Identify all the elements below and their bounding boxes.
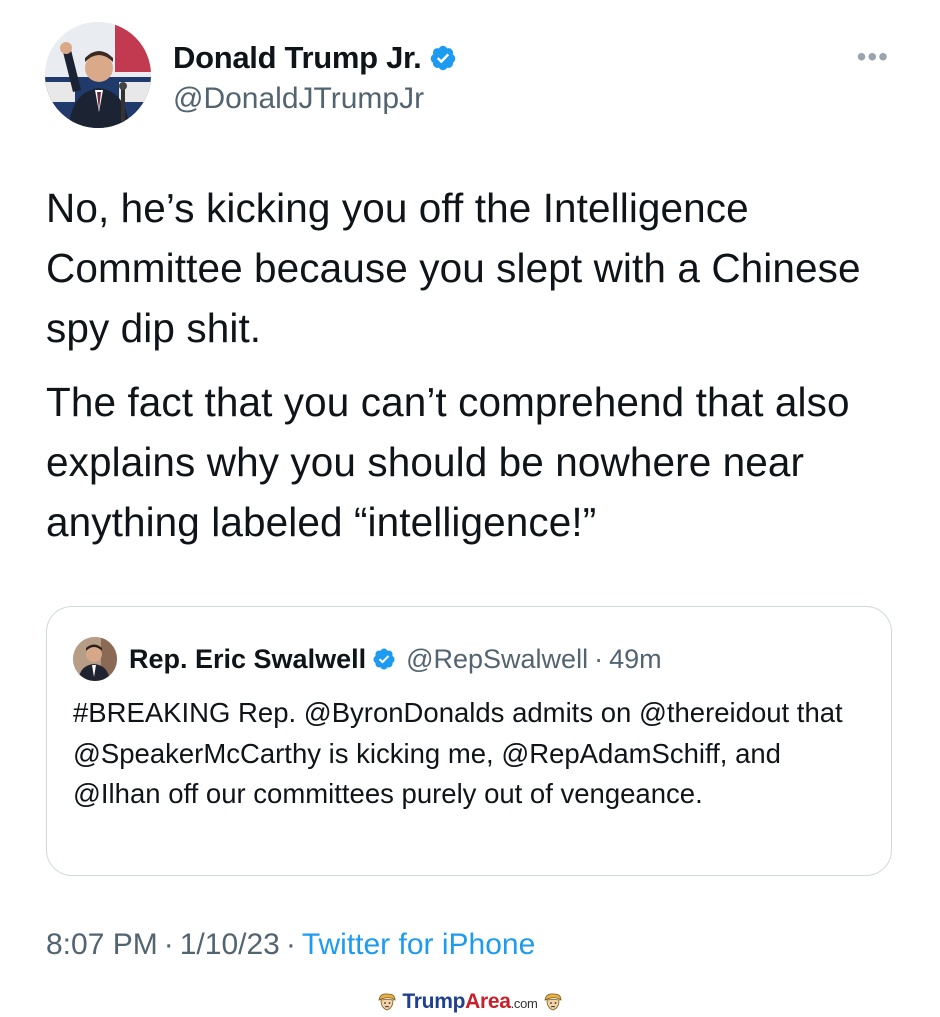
tweet-date[interactable]: 1/10/23: [180, 928, 280, 961]
watermark-brand-part2: Area: [465, 990, 511, 1013]
more-options-icon[interactable]: •••: [857, 43, 889, 71]
quoted-tweet[interactable]: Rep. Eric Swalwell @RepSwalwell · 49m #B…: [46, 606, 892, 876]
trump-face-icon: [544, 993, 561, 1011]
watermark-tld: .com: [510, 996, 538, 1011]
tweet-paragraph: The fact that you can’t comprehend that …: [46, 379, 850, 545]
quoted-author-avatar-image: [73, 637, 117, 681]
watermark: TrumpArea.com: [0, 988, 940, 1016]
author-avatar-image: [45, 22, 151, 128]
author-avatar[interactable]: [45, 22, 151, 128]
watermark-logo-text: TrumpArea.com: [402, 990, 537, 1014]
author-handle[interactable]: @DonaldJTrumpJr: [173, 82, 424, 116]
tweet-paragraph: No, he’s kicking you off the Intelligenc…: [46, 185, 861, 351]
quoted-author-avatar[interactable]: [73, 637, 117, 681]
tweet-time[interactable]: 8:07 PM: [46, 928, 158, 961]
quoted-tweet-header: Rep. Eric Swalwell @RepSwalwell · 49m: [73, 637, 662, 681]
tweet-header: Donald Trump Jr. @DonaldJTrumpJr •••: [45, 22, 895, 132]
tweet-text: No, he’s kicking you off the Intelligenc…: [46, 178, 906, 566]
verified-badge-icon: [431, 45, 456, 71]
quoted-author-handle[interactable]: @RepSwalwell: [406, 644, 588, 675]
separator-dot: ·: [594, 643, 604, 674]
trump-face-icon: [378, 993, 396, 1011]
tweet-card: Donald Trump Jr. @DonaldJTrumpJr ••• No,…: [0, 0, 940, 1017]
watermark-brand-part1: Trump: [402, 990, 466, 1013]
separator-dot: ·: [163, 928, 174, 961]
tweet-source-link[interactable]: Twitter for iPhone: [302, 928, 535, 961]
verified-badge-icon: [373, 648, 395, 670]
quoted-tweet-text: #BREAKING Rep. @ByronDonalds admits on @…: [73, 697, 843, 809]
tweet-meta: 8:07 PM · 1/10/23 · Twitter for iPhone: [46, 928, 535, 962]
author-display-name[interactable]: Donald Trump Jr.: [173, 40, 422, 76]
separator-dot: ·: [285, 928, 296, 961]
author-name-row: Donald Trump Jr.: [173, 40, 457, 76]
quoted-author-display-name[interactable]: Rep. Eric Swalwell: [129, 644, 366, 675]
quoted-tweet-time[interactable]: 49m: [609, 644, 662, 675]
